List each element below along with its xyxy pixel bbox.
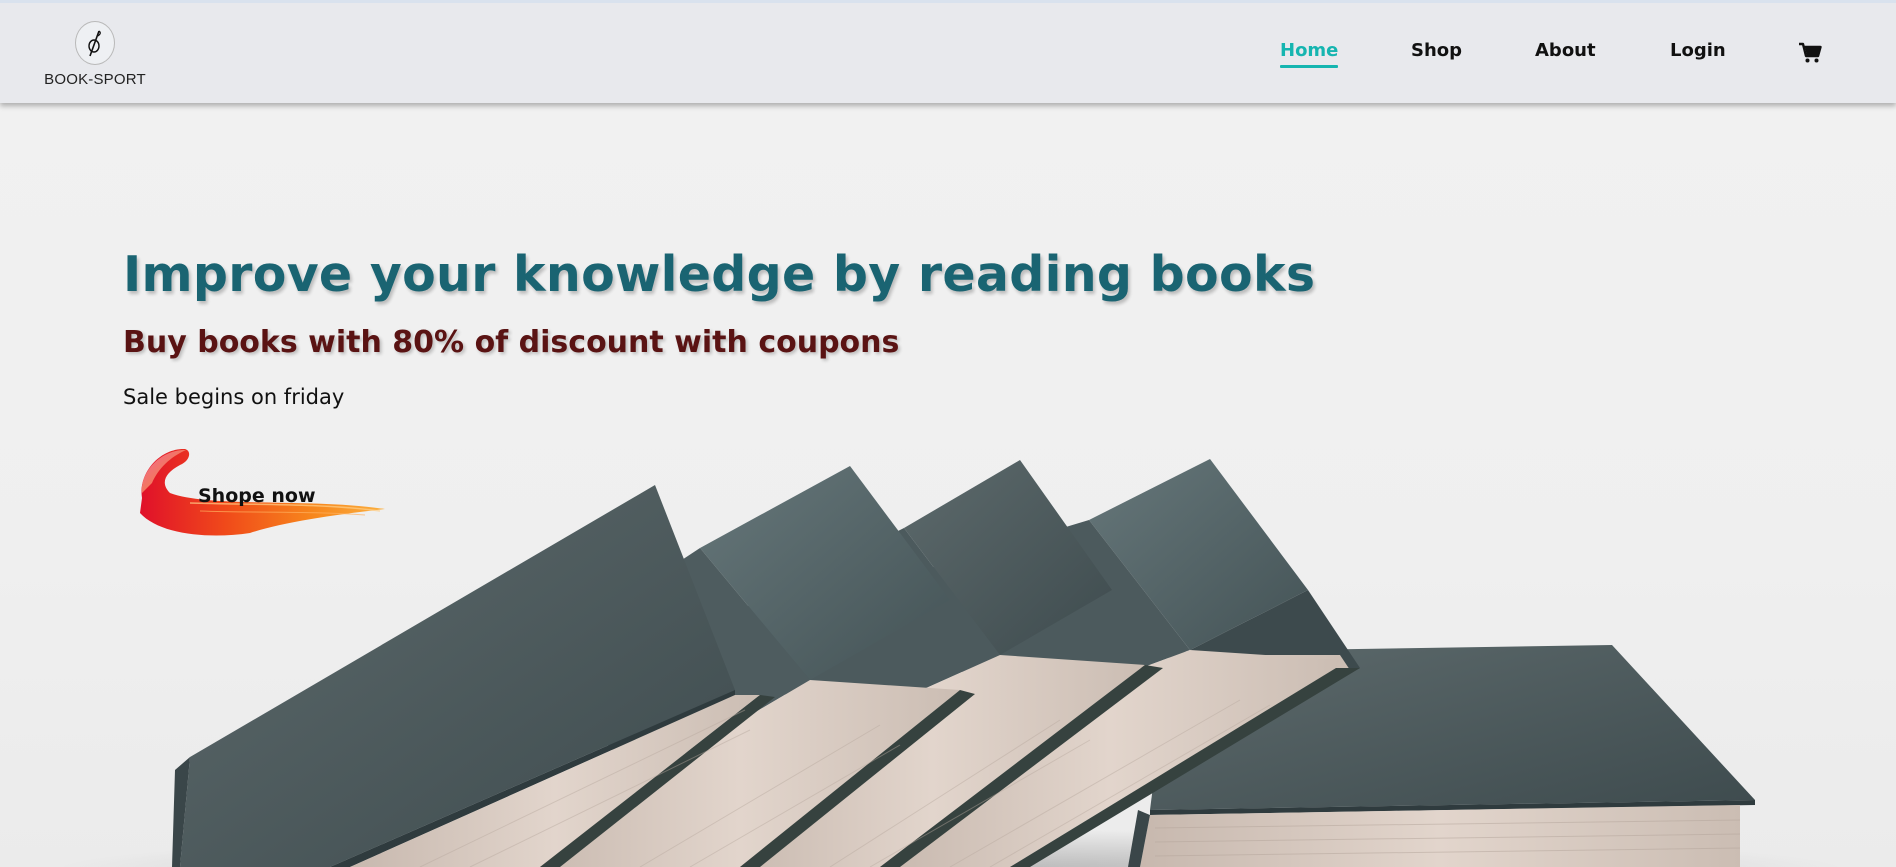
shop-now-button[interactable]: Shope now [130, 443, 390, 543]
nav-shop[interactable]: Shop [1411, 40, 1462, 61]
shop-now-label: Shope now [198, 485, 316, 507]
site-header: BOOK-SPORT Home Shop About Login [0, 0, 1896, 103]
cart-icon[interactable] [1798, 42, 1822, 64]
nav-home[interactable]: Home [1280, 40, 1338, 68]
hero-title: Improve your knowledge by reading books [123, 246, 1316, 303]
logo-text: BOOK-SPORT [44, 71, 146, 88]
nav-about[interactable]: About [1535, 40, 1596, 61]
main-nav: Home Shop About Login [0, 40, 1896, 70]
hero-subtitle: Buy books with 80% of discount with coup… [123, 325, 900, 360]
hero-section: Improve your knowledge by reading books … [0, 103, 1896, 867]
sale-text: Sale begins on friday [123, 385, 345, 409]
nav-login[interactable]: Login [1670, 40, 1726, 61]
